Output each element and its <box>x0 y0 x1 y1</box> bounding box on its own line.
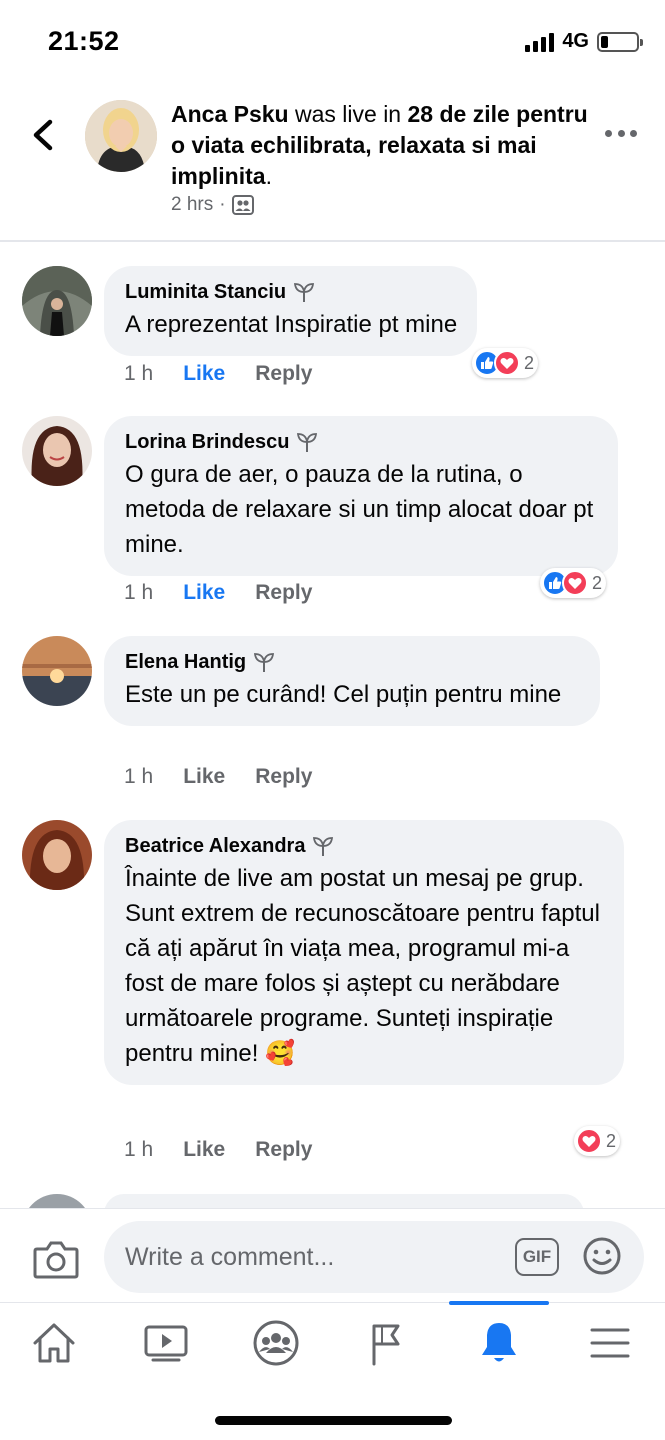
comment-time: 1 h <box>124 765 154 788</box>
status-bar: 21:52 4G <box>0 0 665 80</box>
post-header: Anca Psku was live in 28 de zile pentru … <box>0 82 665 242</box>
comment-time: 1 h <box>124 1138 154 1161</box>
comment-text: O gura de aer, o pauza de la rutina, o m… <box>125 461 594 558</box>
reaction-count: 2 <box>524 352 535 373</box>
comment-actions: 1 h Like Reply <box>124 765 312 789</box>
menu-icon[interactable] <box>580 1317 640 1369</box>
battery-icon <box>597 31 643 52</box>
comment-bubble[interactable]: Beatrice Alexandra Înainte de live am po… <box>104 820 624 1085</box>
comment-input[interactable] <box>104 1221 644 1293</box>
home-indicator <box>215 1416 452 1425</box>
comment-time: 1 h <box>124 362 154 385</box>
love-reaction-icon <box>494 350 520 376</box>
comment-composer: GIF <box>0 1208 665 1304</box>
status-time: 21:52 <box>48 26 120 56</box>
commenter-name[interactable]: Lorina Brindescu <box>125 429 289 455</box>
notifications-icon[interactable] <box>469 1317 529 1369</box>
pages-icon[interactable] <box>358 1317 418 1369</box>
like-button[interactable]: Like <box>183 581 225 605</box>
love-reaction-icon <box>576 1128 602 1154</box>
comment-text: Înainte de live am postat un mesaj pe gr… <box>125 865 600 1067</box>
reaction-count: 2 <box>592 572 603 593</box>
commenter-avatar[interactable] <box>22 820 92 890</box>
network-type: 4G <box>562 30 589 52</box>
post-action: was live in <box>288 101 408 127</box>
comment-bubble[interactable]: Lorina Brindescu O gura de aer, o pauza … <box>104 416 618 576</box>
bottom-nav <box>0 1301 665 1382</box>
reactions-summary[interactable]: 2 <box>472 348 539 378</box>
camera-icon[interactable] <box>33 1239 79 1279</box>
groups-icon[interactable] <box>246 1317 306 1369</box>
comment-actions: 1 h Like Reply <box>124 1138 312 1162</box>
comment-actions: 1 h Like Reply <box>124 362 312 386</box>
sprout-badge-icon <box>294 283 315 302</box>
commenter-name[interactable]: Beatrice Alexandra <box>125 833 305 859</box>
comment-bubble[interactable]: Luminita Stanciu A reprezentat Inspirati… <box>104 266 478 356</box>
signal-icon <box>525 32 555 52</box>
post-meta: 2 hrs · <box>171 194 254 216</box>
post-time: 2 hrs <box>171 194 214 215</box>
group-members-icon <box>231 195 254 215</box>
sprout-badge-icon <box>297 433 318 452</box>
commenter-name[interactable]: Elena Hantig <box>125 649 246 675</box>
sprout-badge-icon <box>254 653 275 672</box>
like-button[interactable]: Like <box>183 362 225 386</box>
reactions-summary[interactable]: 2 <box>574 1126 621 1156</box>
watch-icon[interactable] <box>136 1317 196 1369</box>
comment-bubble[interactable] <box>104 1194 584 1208</box>
commenter-name[interactable]: Luminita Stanciu <box>125 279 286 305</box>
comment-bubble[interactable]: Elena Hantig Este un pe curând! Cel puți… <box>104 636 600 726</box>
battery-level <box>601 35 608 48</box>
post-title: Anca Psku was live in 28 de zile pentru … <box>171 101 588 189</box>
back-arrow-icon[interactable] <box>28 118 58 152</box>
comment-item <box>0 1194 665 1208</box>
comment-text: A reprezentat Inspiratie pt mine <box>125 311 458 338</box>
gif-icon[interactable]: GIF <box>515 1238 559 1276</box>
commenter-avatar[interactable] <box>22 416 92 486</box>
meta-separator: · <box>219 194 226 215</box>
status-indicators: 4G <box>525 30 643 53</box>
reply-button[interactable]: Reply <box>255 1138 312 1162</box>
love-reaction-icon <box>562 570 588 596</box>
reactions-summary[interactable]: 2 <box>540 568 607 598</box>
sprout-badge-icon <box>313 837 334 856</box>
commenter-avatar[interactable] <box>22 266 92 336</box>
emoji-icon[interactable] <box>582 1236 622 1276</box>
like-button[interactable]: Like <box>183 765 225 789</box>
commenter-avatar[interactable] <box>22 636 92 706</box>
author-avatar[interactable] <box>85 100 157 172</box>
like-button[interactable]: Like <box>183 1138 225 1162</box>
commenter-avatar[interactable] <box>22 1194 92 1208</box>
home-icon[interactable] <box>24 1317 84 1369</box>
active-tab-indicator <box>449 1301 549 1305</box>
reply-button[interactable]: Reply <box>255 765 312 789</box>
author-name[interactable]: Anca Psku <box>171 101 289 127</box>
comment-actions: 1 h Like Reply <box>124 581 312 605</box>
reply-button[interactable]: Reply <box>255 581 312 605</box>
reaction-count: 2 <box>606 1130 617 1151</box>
more-options-icon[interactable] <box>605 130 637 140</box>
reply-button[interactable]: Reply <box>255 362 312 386</box>
comment-time: 1 h <box>124 581 154 604</box>
comment-text: Este un pe curând! Cel puțin pentru mine <box>125 681 562 708</box>
